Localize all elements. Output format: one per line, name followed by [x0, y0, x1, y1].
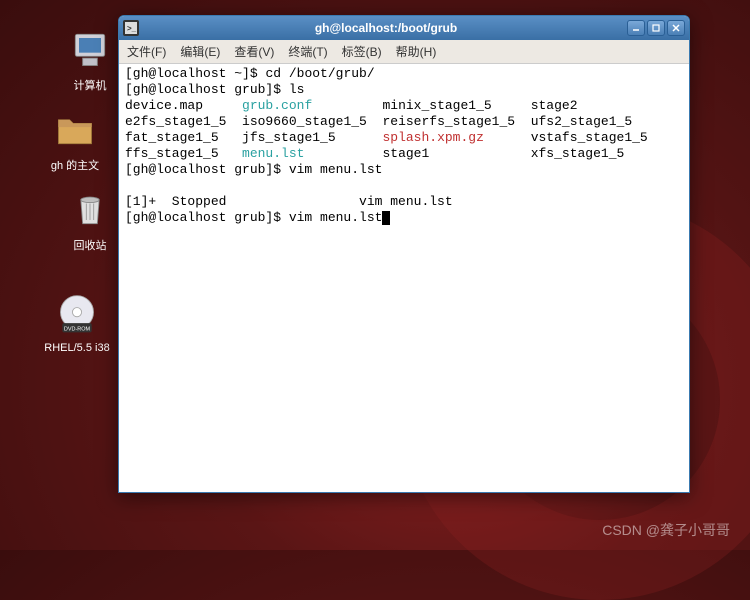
menu-edit[interactable]: 编辑(E) [180, 43, 220, 60]
command-text: ls [289, 82, 305, 97]
prompt: [gh@localhost grub]$ [125, 162, 289, 177]
terminal-icon: >_ [123, 20, 139, 36]
desktop-icon-label: RHEL/5.5 i38 [42, 342, 112, 354]
trash-icon [66, 185, 114, 233]
desktop-icon-trash[interactable]: 回收站 [55, 185, 125, 253]
prompt: [gh@localhost grub]$ [125, 210, 289, 225]
close-button[interactable] [667, 20, 685, 36]
cursor [382, 211, 390, 225]
desktop-icon-label: 回收站 [55, 237, 125, 253]
titlebar[interactable]: >_ gh@localhost:/boot/grub [119, 16, 689, 40]
minimize-button[interactable] [627, 20, 645, 36]
prompt: [gh@localhost ~]$ [125, 66, 265, 81]
computer-icon [66, 25, 114, 73]
desktop-icon-computer[interactable]: 计算机 [55, 25, 125, 93]
command-text: vim menu.lst [289, 210, 383, 225]
desktop-icon-label: gh 的主文 [40, 157, 110, 173]
menubar: 文件(F) 编辑(E) 查看(V) 终端(T) 标签(B) 帮助(H) [119, 40, 689, 64]
maximize-button[interactable] [647, 20, 665, 36]
menu-view[interactable]: 查看(V) [234, 43, 274, 60]
command-text: vim menu.lst [289, 162, 383, 177]
ls-output: device.map grub.conf minix_stage1_5 stag… [125, 98, 648, 161]
svg-text:DVD-ROM: DVD-ROM [64, 327, 91, 333]
desktop-icon-home[interactable]: gh 的主文 [40, 105, 110, 173]
desktop-icon-dvd[interactable]: DVD-ROM RHEL/5.5 i38 [42, 290, 112, 354]
window-title: gh@localhost:/boot/grub [145, 21, 627, 35]
menu-file[interactable]: 文件(F) [127, 43, 166, 60]
dvd-icon: DVD-ROM [53, 290, 101, 338]
menu-help[interactable]: 帮助(H) [396, 43, 437, 60]
job-status: [1]+ Stopped vim menu.lst [125, 194, 453, 209]
command-text: cd /boot/grub/ [265, 66, 374, 81]
menu-terminal[interactable]: 终端(T) [288, 43, 327, 60]
terminal-window: >_ gh@localhost:/boot/grub 文件(F) 编辑(E) 查… [118, 15, 690, 493]
prompt: [gh@localhost grub]$ [125, 82, 289, 97]
terminal-content[interactable]: [gh@localhost ~]$ cd /boot/grub/ [gh@loc… [119, 64, 689, 492]
menu-tabs[interactable]: 标签(B) [342, 43, 382, 60]
desktop-icon-label: 计算机 [55, 77, 125, 93]
watermark: CSDN @龚子小哥哥 [602, 520, 730, 540]
folder-icon [51, 105, 99, 153]
svg-text:>_: >_ [127, 24, 137, 33]
